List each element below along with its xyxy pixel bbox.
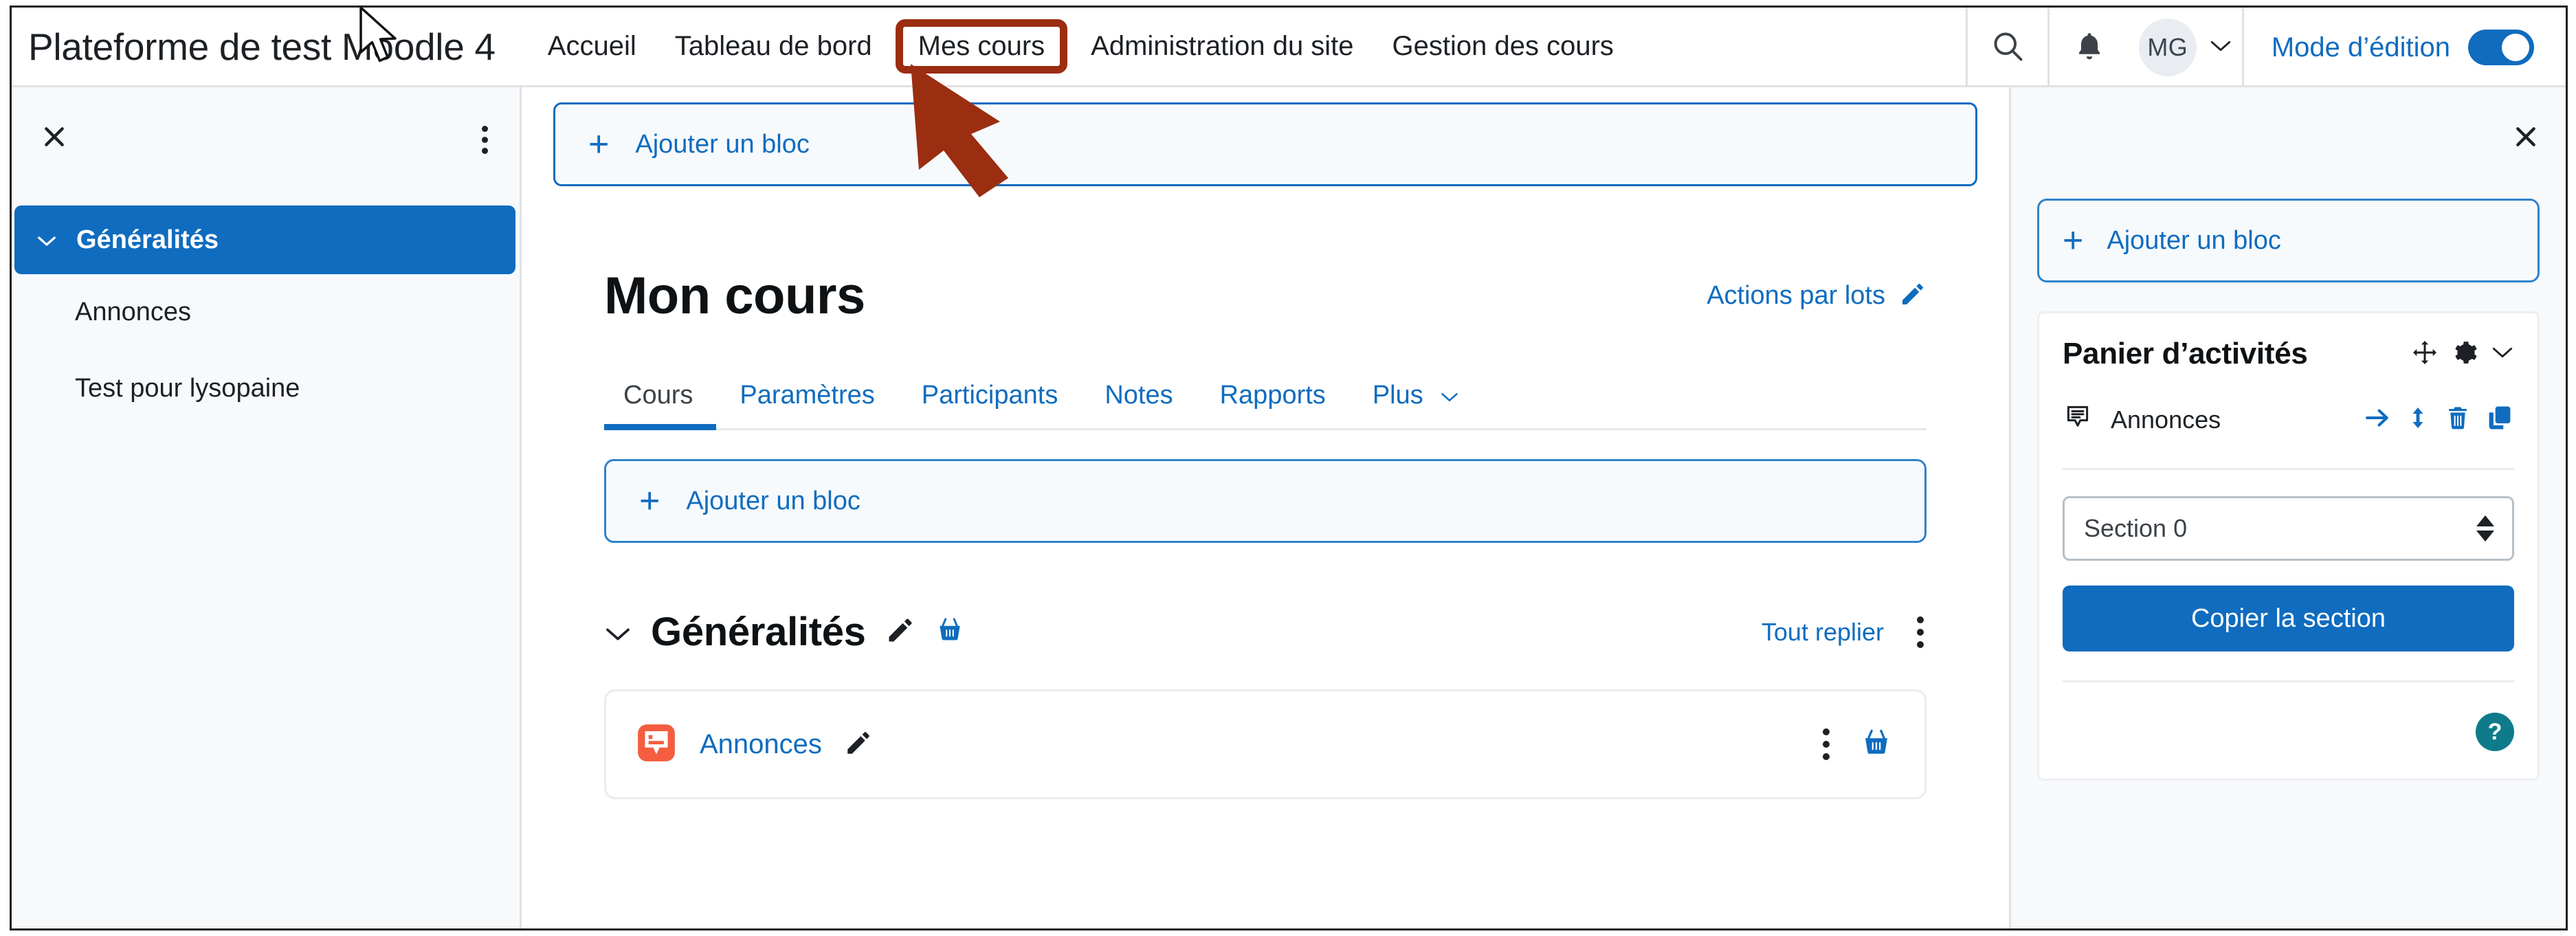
toggle-switch[interactable] <box>2468 30 2534 65</box>
tab-cours[interactable]: Cours <box>604 368 717 430</box>
nav-item-administration-du-site[interactable]: Administration du site <box>1072 24 1373 69</box>
basket-item-actions <box>2363 403 2514 436</box>
top-navbar: Plateforme de test Moodle 4 Accueil Tabl… <box>12 8 2566 87</box>
edit-mode-label: Mode d’édition <box>2271 32 2450 63</box>
navbar-right-tools: MG Mode d’édition <box>1965 8 2566 87</box>
page-body: Généralités Annonces Test pour lysopaine… <box>12 87 2566 928</box>
arrow-right-icon[interactable] <box>2363 403 2392 436</box>
nav-item-mes-cours[interactable]: Mes cours <box>895 19 1068 74</box>
page-title: Mon cours <box>604 267 865 325</box>
activity-name-annonces[interactable]: Annonces <box>700 729 822 760</box>
block-header-actions <box>2411 339 2514 370</box>
help-row: ? <box>2063 713 2514 751</box>
activity-right <box>1820 726 1893 763</box>
search-icon <box>1990 28 2025 67</box>
chevron-down-icon[interactable] <box>604 616 632 648</box>
block-drawer: + Ajouter un bloc Panier d’activités Ann… <box>2009 87 2566 928</box>
course-header: Mon cours Actions par lots <box>604 266 1927 326</box>
move-arrows-icon[interactable] <box>2411 339 2439 370</box>
add-block-label-course: Ajouter un bloc <box>686 486 860 515</box>
add-block-button-drawer[interactable]: + Ajouter un bloc <box>2037 199 2540 282</box>
forum-outline-icon <box>2063 401 2096 438</box>
section-header-right: Tout replier <box>1762 614 1927 651</box>
section-header-generalites: Généralités Tout replier <box>604 609 1927 655</box>
basket-item-annonces: Annonces <box>2063 401 2514 438</box>
site-brand-title: Plateforme de test Moodle 4 <box>28 25 496 68</box>
add-block-button-top[interactable]: + Ajouter un bloc <box>553 102 1977 186</box>
add-block-button-course[interactable]: + Ajouter un bloc <box>604 459 1927 543</box>
edit-mode-toggle[interactable]: Mode d’édition <box>2244 30 2566 65</box>
close-icon[interactable] <box>2512 123 2540 156</box>
tab-plus-label: Plus <box>1372 381 1423 410</box>
kebab-menu-icon[interactable] <box>1914 614 1927 651</box>
avatar: MG <box>2138 19 2197 76</box>
kebab-menu-icon[interactable] <box>482 125 488 154</box>
close-icon[interactable] <box>41 123 68 156</box>
pencil-icon <box>1899 280 1927 311</box>
nav-item-tableau-de-bord[interactable]: Tableau de bord <box>656 24 891 69</box>
pencil-icon[interactable] <box>885 615 915 649</box>
activity-basket-icon[interactable] <box>935 615 965 649</box>
course-tabs: Cours Paramètres Participants Notes Rapp… <box>604 368 1927 430</box>
course-index-item-annonces[interactable]: Annonces <box>12 274 520 350</box>
notifications-button[interactable] <box>2050 8 2129 87</box>
activity-basket-icon[interactable] <box>1860 726 1893 763</box>
tab-plus[interactable]: Plus <box>1349 368 1483 428</box>
browser-viewport: Plateforme de test Moodle 4 Accueil Tabl… <box>10 5 2568 931</box>
course-index-section-generalites[interactable]: Généralités <box>14 205 515 274</box>
basket-item-label: Annonces <box>2111 405 2221 434</box>
activity-basket-block: Panier d’activités Annonces Section 0 Co… <box>2037 311 2540 781</box>
copy-section-button[interactable]: Copier la section <box>2063 586 2514 651</box>
bell-icon <box>2073 29 2106 67</box>
add-block-label-drawer: Ajouter un bloc <box>2107 225 2281 255</box>
course-container: Mon cours Actions par lots Cours Paramèt… <box>522 266 2009 799</box>
search-button[interactable] <box>1968 8 2047 87</box>
course-index-drawer: Généralités Annonces Test pour lysopaine <box>12 87 522 928</box>
course-index-toolbar <box>12 87 520 156</box>
tab-participants[interactable]: Participants <box>898 368 1082 428</box>
divider <box>2063 468 2514 470</box>
chevron-down-icon[interactable] <box>2491 345 2514 364</box>
primary-nav: Accueil Tableau de bord Mes cours Admini… <box>529 19 1633 74</box>
main-content: + Ajouter un bloc Mon cours Actions par … <box>522 87 2009 928</box>
user-menu-button[interactable]: MG <box>2129 19 2242 76</box>
bulk-actions-button[interactable]: Actions par lots <box>1707 280 1927 311</box>
chevron-down-icon <box>36 225 57 255</box>
pencil-icon[interactable] <box>844 728 873 761</box>
forum-icon <box>635 722 678 768</box>
section-title: Généralités <box>651 610 866 654</box>
question-mark-icon[interactable]: ? <box>2476 713 2514 751</box>
drawer-toolbar <box>2037 87 2540 156</box>
select-spinner-icon <box>2476 515 2494 542</box>
tab-parametres[interactable]: Paramètres <box>716 368 898 428</box>
nav-item-accueil[interactable]: Accueil <box>529 24 656 69</box>
add-block-label-top: Ajouter un bloc <box>635 129 810 159</box>
tab-rapports[interactable]: Rapports <box>1197 368 1349 428</box>
plus-icon: + <box>639 481 660 521</box>
basket-item-left: Annonces <box>2063 401 2221 438</box>
chevron-down-icon <box>2209 38 2232 57</box>
trash-icon[interactable] <box>2444 403 2472 436</box>
tab-notes[interactable]: Notes <box>1081 368 1196 428</box>
kebab-menu-icon[interactable] <box>1820 726 1832 763</box>
chevron-down-icon <box>1440 386 1459 408</box>
gear-icon[interactable] <box>2451 339 2478 370</box>
plus-icon: + <box>588 124 610 164</box>
course-index-item-test-pour-lysopaine[interactable]: Test pour lysopaine <box>12 350 520 427</box>
section-header-left: Généralités <box>604 609 965 655</box>
divider <box>2063 680 2514 682</box>
course-index-section-label: Généralités <box>76 225 219 254</box>
activity-left: Annonces <box>635 722 873 768</box>
copy-icon[interactable] <box>2485 403 2514 436</box>
plus-icon: + <box>2063 221 2084 260</box>
block-title: Panier d’activités <box>2063 337 2308 370</box>
section-select[interactable]: Section 0 <box>2063 496 2514 561</box>
bulk-actions-label: Actions par lots <box>1707 281 1885 310</box>
block-header: Panier d’activités <box>2063 337 2514 371</box>
arrows-up-down-icon[interactable] <box>2406 403 2430 436</box>
collapse-all-button[interactable]: Tout replier <box>1762 618 1884 647</box>
section-select-value: Section 0 <box>2084 514 2188 542</box>
activity-item-annonces: Annonces <box>604 689 1927 799</box>
nav-item-gestion-des-cours[interactable]: Gestion des cours <box>1373 24 1633 69</box>
